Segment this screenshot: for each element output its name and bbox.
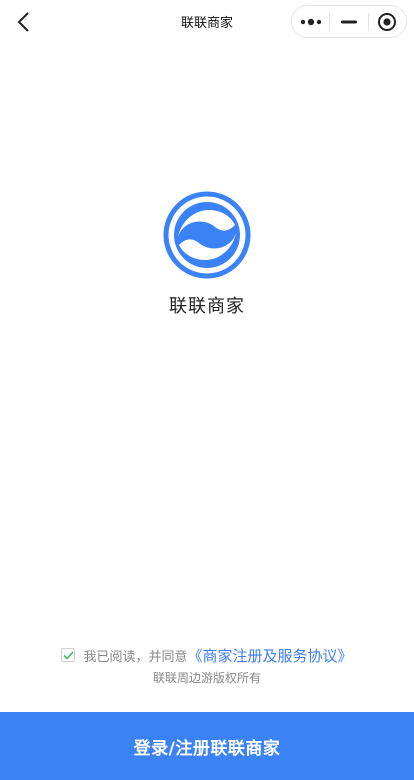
brand-logo-icon: [163, 191, 251, 279]
more-button[interactable]: [292, 6, 329, 37]
login-register-button[interactable]: 登录/注册联联商家: [0, 712, 414, 780]
copyright-text: 联联周边游版权所有: [152, 671, 261, 685]
agreement-checkbox[interactable]: [61, 648, 76, 662]
login-page: 联联商家 联联商家 我已阅读，并同意 《商家注册及服务协议》 联联周边游版权所有…: [0, 0, 414, 780]
more-dots-icon: [300, 18, 321, 25]
agreement-link[interactable]: 《商家注册及服务协议》: [188, 645, 353, 666]
target-circle-icon: [378, 12, 397, 31]
brand-name: 联联商家: [169, 296, 245, 317]
close-button[interactable]: [369, 6, 406, 37]
check-icon: [63, 650, 74, 660]
minimize-icon: [340, 20, 357, 23]
minimize-button[interactable]: [330, 6, 367, 37]
mini-program-capsule: [291, 5, 407, 38]
navigation-bar: 联联商家: [0, 0, 414, 44]
agreement-row: 我已阅读，并同意 《商家注册及服务协议》: [0, 645, 414, 665]
agreement-prefix: 我已阅读，并同意: [83, 649, 188, 665]
